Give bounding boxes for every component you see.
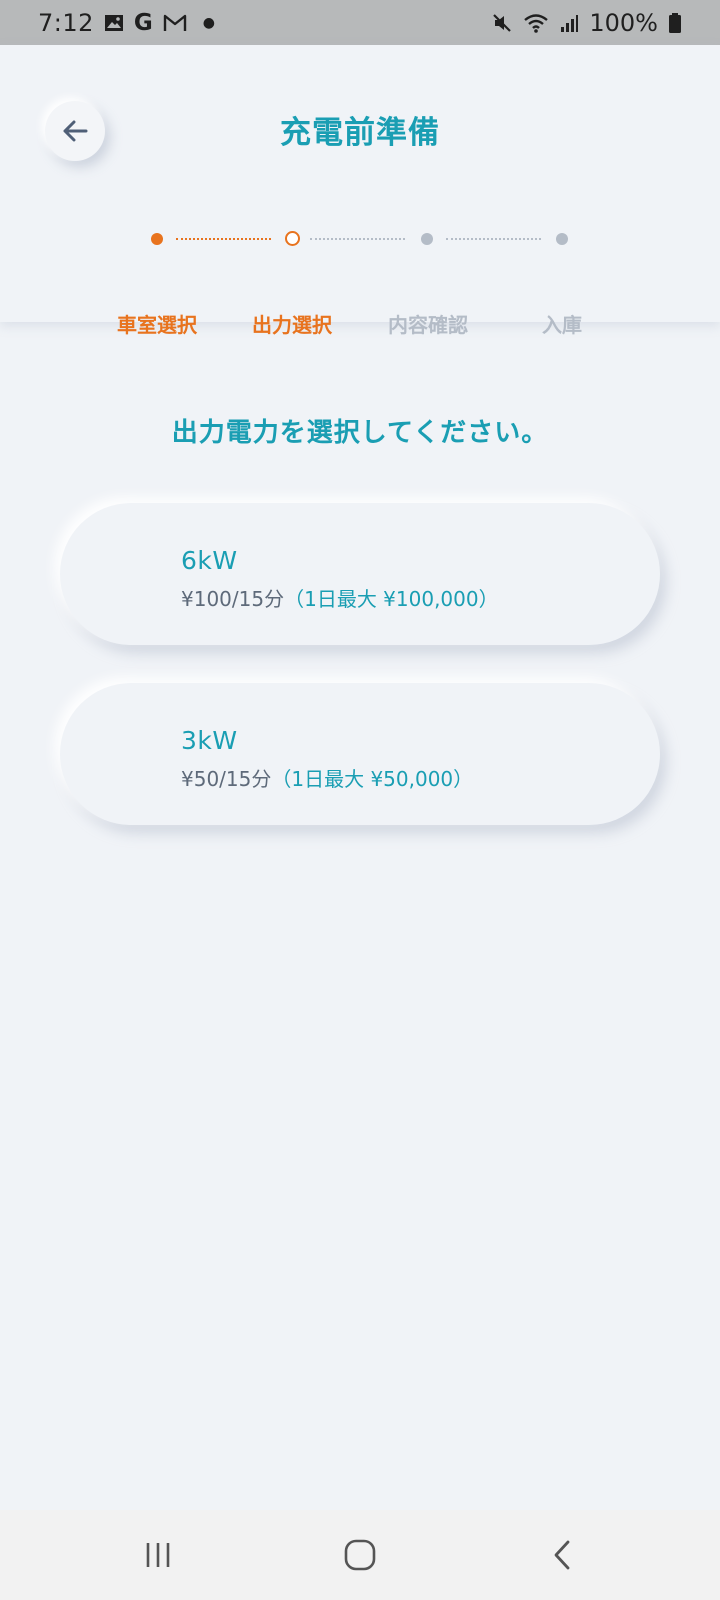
dot-icon: ● [202,14,216,31]
price-daily-max: （1日最大 ¥100,000） [284,587,499,611]
step-connector-2 [310,238,405,240]
gallery-icon [104,11,124,35]
price-daily-max: （1日最大 ¥50,000） [271,767,474,791]
instruction-text: 出力電力を選択してください。 [171,418,549,448]
step-label-confirm: 内容確認 [388,313,468,337]
battery-icon [668,11,682,35]
step-node-1 [151,233,163,245]
option-price: ¥50/15分（1日最大 ¥50,000） [181,763,473,792]
battery-percent: 100% [589,8,658,37]
step-connector-3 [446,238,541,240]
system-nav-bar [0,1510,720,1600]
mute-icon [491,11,513,35]
status-left: 7:12 G ● [38,9,215,37]
status-bar: 7:12 G ● 100% [0,0,720,45]
status-time: 7:12 [38,8,94,37]
option-6kw[interactable]: 6kW ¥100/15分（1日最大 ¥100,000） [60,503,660,645]
step-label-parking: 入庫 [542,313,582,337]
nav-back-button[interactable] [522,1530,602,1580]
option-power: 6kW [181,546,238,575]
signal-icon [559,11,579,35]
price-rate: ¥100/15分 [181,587,285,611]
step-label-output: 出力選択 [252,313,332,337]
option-power: 3kW [181,726,238,755]
progress-stepper: 車室選択 出力選択 内容確認 入庫 [0,223,720,337]
step-connector-1 [176,238,271,240]
step-node-2 [285,231,300,246]
wifi-icon [523,11,549,35]
step-node-3 [421,233,433,245]
recents-button[interactable] [118,1530,198,1580]
step-label-car-space: 車室選択 [117,313,197,337]
google-icon: G [133,9,153,36]
option-3kw[interactable]: 3kW ¥50/15分（1日最大 ¥50,000） [60,683,660,825]
home-button[interactable] [320,1530,400,1580]
price-rate: ¥50/15分 [181,767,272,791]
step-node-4 [556,233,568,245]
home-icon [344,1539,376,1571]
recents-icon [143,1541,173,1569]
status-right: 100% [491,9,682,37]
header: 充電前準備 車室選択 出力選択 内容確認 入庫 [0,45,720,337]
back-icon [551,1539,573,1571]
option-price: ¥100/15分（1日最大 ¥100,000） [181,583,499,612]
gmail-icon [163,11,187,35]
page-title: 充電前準備 [280,115,440,151]
